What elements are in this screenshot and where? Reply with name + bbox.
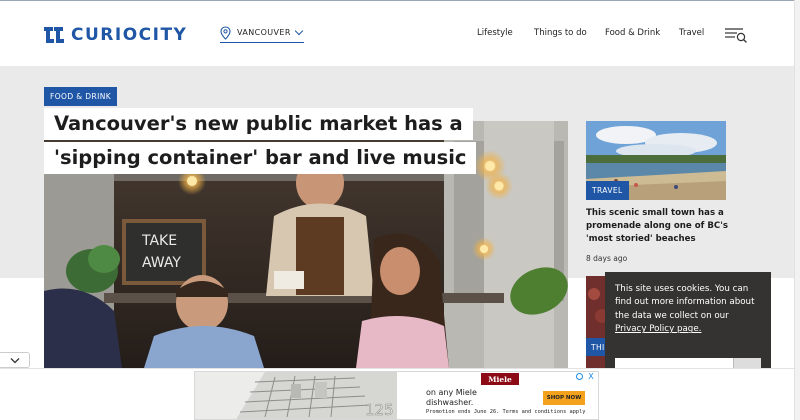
menu-search-icon[interactable] bbox=[724, 27, 748, 43]
nav-lifestyle[interactable]: Lifestyle bbox=[477, 28, 513, 38]
cookie-notice-text: This site uses cookies. You can find out… bbox=[615, 284, 755, 321]
collapse-chevron-icon bbox=[10, 357, 19, 363]
nav-travel[interactable]: Travel bbox=[679, 28, 704, 38]
logo-text: CURIOCITY bbox=[71, 25, 188, 45]
featured-category-tag[interactable]: FOOD & DRINK bbox=[44, 87, 118, 106]
ad-text-line-2: dishwasher. bbox=[426, 398, 474, 407]
logo-mark-icon bbox=[44, 27, 64, 43]
featured-title-line-1[interactable]: Vancouver's new public market has a bbox=[44, 108, 473, 140]
ad-banner[interactable]: 125 Miele on any Miele dishwasher. SHOP … bbox=[194, 371, 599, 420]
ad-fine-print: Promotion ends June 26. Terms and condit… bbox=[426, 409, 586, 415]
collapse-ad-button[interactable] bbox=[0, 352, 30, 368]
ad-brand-logo: Miele bbox=[481, 373, 519, 385]
privacy-policy-link[interactable]: Privacy Policy page. bbox=[615, 324, 701, 334]
close-icon[interactable]: X bbox=[585, 372, 597, 382]
nav-food-drink[interactable]: Food & Drink bbox=[605, 28, 660, 38]
ad-image-number: 125 bbox=[365, 401, 394, 419]
ad-dishwasher-image: 125 bbox=[195, 372, 397, 419]
chevron-down-icon bbox=[294, 26, 304, 36]
ad-text-line-1: on any Miele bbox=[426, 388, 477, 397]
cookie-accept-button[interactable] bbox=[733, 358, 761, 368]
side-story-title[interactable]: This scenic small town has a promenade a… bbox=[586, 207, 736, 246]
nav-things-to-do[interactable]: Things to do bbox=[534, 28, 587, 38]
location-pin-icon bbox=[220, 25, 231, 40]
city-selector-value: VANCOUVER bbox=[237, 28, 291, 37]
sign-text-away: AWAY bbox=[142, 255, 181, 271]
ad-shop-now-button[interactable]: SHOP NOW bbox=[543, 391, 585, 405]
city-selector[interactable]: VANCOUVER bbox=[220, 23, 304, 43]
ad-info-icon[interactable] bbox=[576, 373, 583, 380]
logo[interactable]: CURIOCITY bbox=[44, 25, 187, 45]
side-story-category-tag[interactable]: TRAVEL bbox=[586, 181, 629, 200]
cookie-input-field[interactable] bbox=[615, 358, 733, 368]
featured-title-line-2[interactable]: 'sipping container' bar and live music bbox=[44, 142, 477, 174]
cookie-notice: This site uses cookies. You can find out… bbox=[605, 272, 771, 368]
site-header: CURIOCITY VANCOUVER Lifestyle Things to … bbox=[0, 0, 794, 66]
side-story-date: 8 days ago bbox=[586, 254, 628, 263]
sign-text-take: TAKE bbox=[141, 233, 177, 249]
page-scrollbar[interactable] bbox=[794, 0, 800, 420]
